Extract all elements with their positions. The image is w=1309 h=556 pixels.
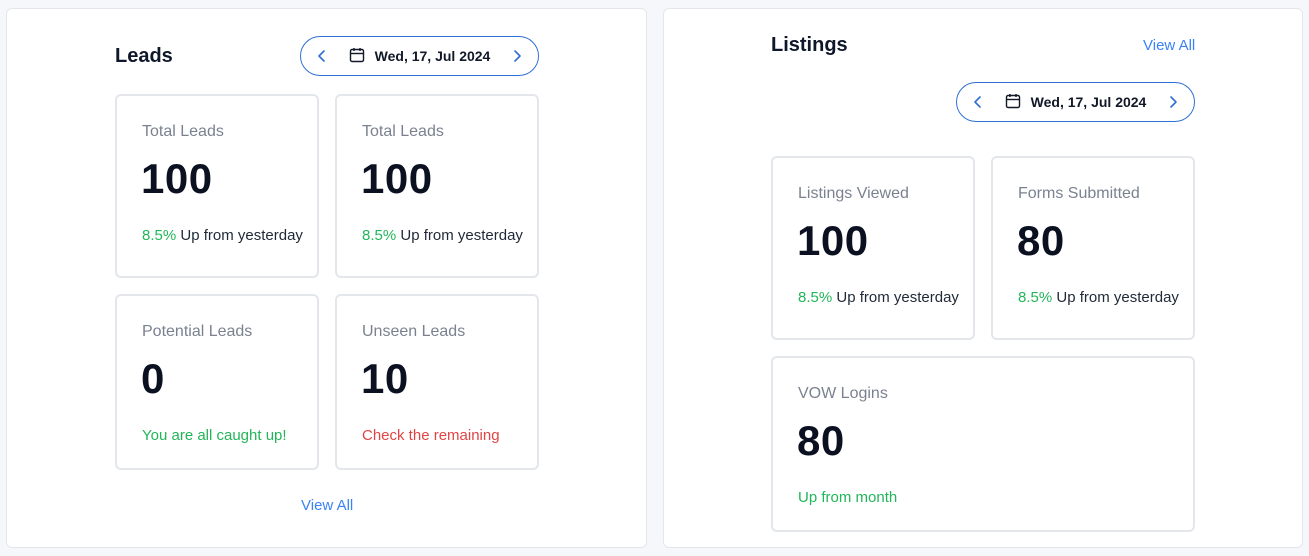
card-value: 0 [141, 355, 165, 402]
trend-percent: 8.5% [798, 289, 833, 306]
card-label: Total Leads [362, 123, 444, 140]
trend-percent: 8.5% [362, 227, 397, 244]
listings-title: Listings [771, 34, 848, 56]
card-trend: 8.5% Up from yesterday [798, 289, 959, 306]
card-label: Listings Viewed [798, 185, 909, 202]
trend-text: Up from yesterday [180, 227, 303, 244]
trend-percent: 8.5% [142, 227, 177, 244]
card-trend: 8.5% Up from yesterday [362, 227, 523, 244]
card-label: Forms Submitted [1018, 185, 1140, 202]
forms-submitted-card: Forms Submitted 80 8.5% Up from yesterda… [991, 156, 1195, 340]
card-value: 80 [797, 417, 845, 464]
card-trend: 8.5% Up from yesterday [1018, 289, 1179, 306]
card-label: VOW Logins [798, 385, 888, 402]
card-trend: 8.5% Up from yesterday [142, 227, 303, 244]
card-label: Total Leads [142, 123, 224, 140]
chevron-left-icon[interactable] [971, 95, 985, 109]
listings-viewed-card: Listings Viewed 100 8.5% Up from yesterd… [771, 156, 975, 340]
card-value: 10 [361, 355, 409, 402]
unseen-leads-card[interactable]: Unseen Leads 10 Check the remaining [335, 294, 539, 470]
card-label: Potential Leads [142, 323, 253, 340]
card-status: Up from month [798, 489, 898, 506]
calendar-icon [1005, 93, 1021, 112]
card-status: You are all caught up! [142, 427, 287, 444]
leads-view-all-link[interactable]: View All [301, 497, 353, 514]
leads-panel: Leads Wed, 17, Jul 2024 Total Leads 100 … [6, 8, 647, 548]
total-leads-card: Total Leads 100 8.5% Up from yesterday [115, 94, 319, 278]
chevron-right-icon[interactable] [510, 49, 524, 63]
trend-percent: 8.5% [1018, 289, 1053, 306]
listings-view-all-link[interactable]: View All [1143, 37, 1195, 54]
potential-leads-card: Potential Leads 0 You are all caught up! [115, 294, 319, 470]
listings-date-picker[interactable]: Wed, 17, Jul 2024 [956, 82, 1195, 122]
check-remaining-link[interactable]: Check the remaining [362, 427, 500, 444]
card-value: 100 [141, 155, 213, 202]
trend-text: Up from yesterday [836, 289, 959, 306]
trend-text: Up from yesterday [400, 227, 523, 244]
card-value: 80 [1017, 217, 1065, 264]
vow-logins-card: VOW Logins 80 Up from month [771, 356, 1195, 532]
leads-title: Leads [115, 45, 173, 67]
leads-date-picker[interactable]: Wed, 17, Jul 2024 [300, 36, 539, 76]
leads-date-text: Wed, 17, Jul 2024 [374, 48, 491, 64]
chevron-right-icon[interactable] [1166, 95, 1180, 109]
card-value: 100 [797, 217, 869, 264]
total-leads-card: Total Leads 100 8.5% Up from yesterday [335, 94, 539, 278]
trend-text: Up from yesterday [1056, 289, 1179, 306]
listings-date-text: Wed, 17, Jul 2024 [1030, 94, 1147, 110]
card-label: Unseen Leads [362, 323, 466, 340]
calendar-icon [349, 47, 365, 66]
listings-panel: Listings View All Wed, 17, Jul 2024 List… [663, 8, 1303, 548]
chevron-left-icon[interactable] [315, 49, 329, 63]
card-value: 100 [361, 155, 433, 202]
